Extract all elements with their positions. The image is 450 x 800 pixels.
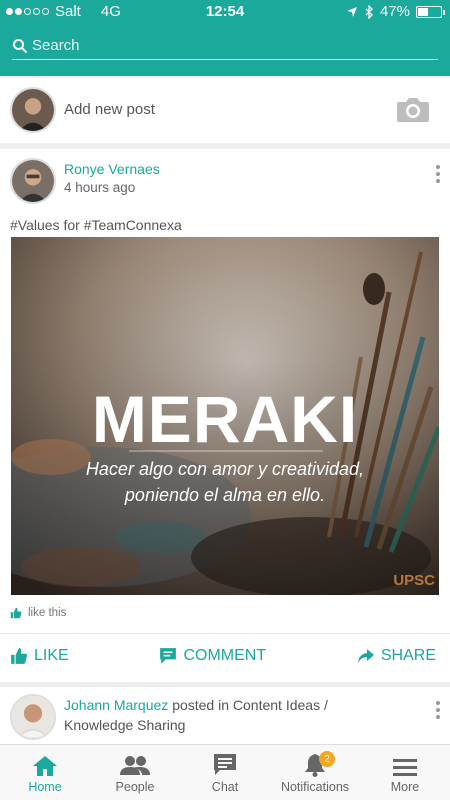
battery-icon <box>416 5 445 18</box>
like-label: LIKE <box>34 646 69 664</box>
tab-label: People <box>115 780 155 794</box>
image-watermark: UPSC <box>393 572 435 589</box>
share-button[interactable]: SHARE <box>357 647 436 665</box>
post-category[interactable]: Content Ideas / <box>233 697 328 713</box>
bluetooth-icon <box>365 4 373 19</box>
post-image[interactable]: MERAKI Hacer algo con amor y creatividad… <box>11 237 439 595</box>
thumbs-up-icon <box>10 607 22 619</box>
avatar[interactable] <box>10 87 56 133</box>
post-header: Johann Marquez posted in Content Ideas / <box>64 697 328 713</box>
tab-label: Notifications <box>280 780 350 794</box>
tab-people[interactable]: People <box>90 745 180 800</box>
likes-summary[interactable]: like this <box>10 607 66 619</box>
chat-icon <box>214 754 236 775</box>
post-card: Ronye Vernaes 4 hours ago #Values for #T… <box>0 149 450 682</box>
tab-notifications[interactable]: 2 Notifications <box>270 745 360 800</box>
search-bar: Search <box>0 24 450 76</box>
post-category-continued[interactable]: Knowledge Sharing <box>64 717 185 733</box>
notification-badge: 2 <box>319 751 335 767</box>
share-label: SHARE <box>380 646 436 664</box>
search-icon <box>13 38 28 53</box>
status-bar: Salt 4G 12:54 47% <box>0 0 450 24</box>
battery-percent: 47% <box>379 3 410 20</box>
search-input[interactable]: Search <box>12 32 438 60</box>
location-arrow-icon <box>346 6 357 17</box>
image-headline: MERAKI <box>92 382 358 456</box>
tab-label: More <box>390 780 420 794</box>
share-icon <box>357 648 374 663</box>
like-button[interactable]: LIKE <box>10 647 69 665</box>
tab-label: Home <box>28 780 62 794</box>
tab-more[interactable]: More <box>360 745 450 800</box>
avatar[interactable] <box>10 158 56 204</box>
comment-icon <box>160 647 177 664</box>
post-actions: LIKE COMMENT SHARE <box>0 633 450 677</box>
tab-chat[interactable]: Chat <box>180 745 270 800</box>
bottom-tab-bar: Home People Chat 2 Notifications More <box>0 744 450 800</box>
post-author[interactable]: Johann Marquez <box>64 697 168 713</box>
avatar[interactable] <box>10 694 56 740</box>
tab-label: Chat <box>211 780 239 794</box>
add-post-prompt[interactable]: Add new post <box>64 101 155 118</box>
search-placeholder: Search <box>32 37 80 54</box>
comment-button[interactable]: COMMENT <box>159 647 266 665</box>
post-author[interactable]: Ronye Vernaes <box>64 161 160 177</box>
image-subline: poniendo el alma en ello. <box>124 485 325 505</box>
post-timestamp: 4 hours ago <box>64 180 136 195</box>
comment-label: COMMENT <box>183 646 267 664</box>
likes-text: like this <box>28 607 67 619</box>
image-subline: Hacer algo con amor y creatividad, <box>86 459 364 479</box>
home-icon <box>33 756 57 776</box>
post-options-icon[interactable] <box>436 701 440 719</box>
menu-icon <box>393 759 417 776</box>
post-options-icon[interactable] <box>436 165 440 183</box>
post-caption: #Values for #TeamConnexa <box>10 217 182 233</box>
camera-icon[interactable] <box>396 95 430 123</box>
people-icon <box>120 756 150 775</box>
post-card: Johann Marquez posted in Content Ideas /… <box>0 687 450 747</box>
post-verb: posted in <box>172 697 230 713</box>
thumbs-up-icon <box>11 647 28 664</box>
tab-home[interactable]: Home <box>0 745 90 800</box>
composer-card[interactable]: Add new post <box>0 78 450 143</box>
